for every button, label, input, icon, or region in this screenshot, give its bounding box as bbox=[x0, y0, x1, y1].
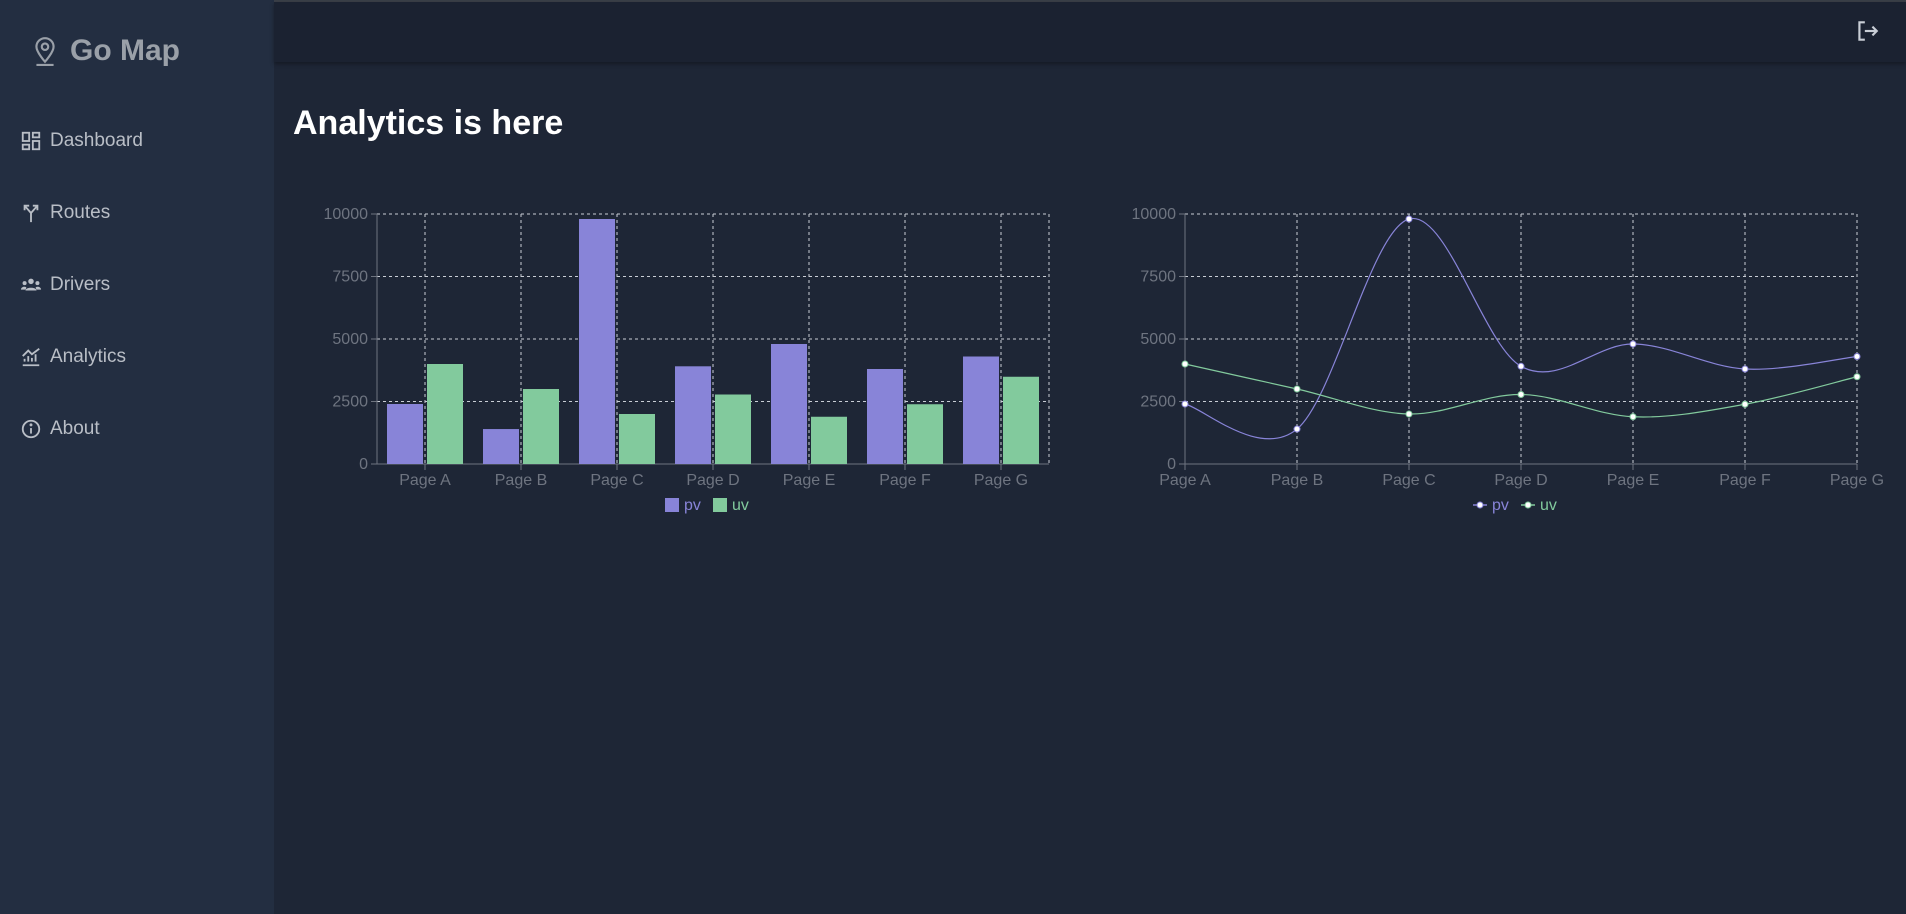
point-uv bbox=[1181, 360, 1189, 368]
analytics-icon bbox=[22, 348, 40, 367]
point-pv bbox=[1293, 425, 1301, 433]
point-uv bbox=[1293, 385, 1301, 393]
map-pin-icon bbox=[35, 37, 55, 66]
info-icon bbox=[21, 419, 41, 439]
y-tick-label: 5000 bbox=[1140, 331, 1176, 348]
app-title: Go Map bbox=[70, 34, 180, 67]
point-uv bbox=[1741, 400, 1749, 408]
y-tick-label: 0 bbox=[1167, 456, 1176, 473]
legend-swatch-pv bbox=[665, 498, 679, 512]
x-tick-label: Page F bbox=[879, 472, 931, 489]
logout-icon[interactable] bbox=[1854, 18, 1880, 44]
bar-uv bbox=[427, 364, 463, 464]
sidebar-item-about[interactable]: About bbox=[20, 418, 100, 440]
sidebar-item-analytics[interactable]: Analytics bbox=[20, 346, 126, 368]
point-uv bbox=[1405, 410, 1413, 418]
bar-uv bbox=[619, 414, 655, 464]
line-chart-svg: 0 2500 5000 7500 10000 Page A Page B Page C Page… bbox=[1132, 206, 1885, 514]
x-tick-label: Page G bbox=[1830, 472, 1884, 489]
x-tick-label: Page C bbox=[1382, 472, 1435, 489]
bar-uv bbox=[1003, 376, 1039, 464]
bar-uv bbox=[811, 416, 847, 464]
x-tick-label: Page C bbox=[590, 472, 643, 489]
x-tick-label: Page E bbox=[783, 472, 835, 489]
legend-marker-uv bbox=[1524, 501, 1532, 509]
bar-chart-svg: 0 2500 5000 7500 10000 Page A Page B Page C Page… bbox=[324, 206, 1050, 514]
bar-pv bbox=[867, 369, 903, 464]
line-chart: 0 2500 5000 7500 10000 Page A Page B Page C Page… bbox=[1108, 200, 1888, 535]
point-pv bbox=[1517, 362, 1525, 370]
legend-label-pv: pv bbox=[1492, 497, 1509, 514]
x-tick-label: Page G bbox=[974, 472, 1028, 489]
point-pv bbox=[1629, 340, 1637, 348]
y-tick-label: 5000 bbox=[332, 331, 368, 348]
x-tick-label: Page B bbox=[1271, 472, 1323, 489]
y-tick-label: 0 bbox=[359, 456, 368, 473]
point-uv bbox=[1517, 391, 1525, 398]
y-tick-label: 7500 bbox=[332, 269, 368, 286]
dashboard-icon bbox=[21, 131, 41, 151]
legend-label-uv: uv bbox=[732, 497, 749, 514]
y-tick-label: 2500 bbox=[1140, 394, 1176, 411]
bar-uv bbox=[907, 404, 943, 464]
sidebar-item-routes[interactable]: Routes bbox=[20, 202, 110, 224]
x-tick-label: Page F bbox=[1719, 472, 1771, 489]
x-tick-label: Page A bbox=[1159, 472, 1211, 489]
bar-pv bbox=[483, 429, 519, 464]
page-title: Analytics is here bbox=[293, 104, 564, 142]
legend-label-pv: pv bbox=[684, 497, 701, 514]
point-pv bbox=[1181, 400, 1189, 408]
sidebar-item-dashboard[interactable]: Dashboard bbox=[20, 130, 143, 152]
point-pv bbox=[1405, 215, 1413, 223]
y-tick-label: 7500 bbox=[1140, 269, 1176, 286]
point-uv bbox=[1629, 413, 1637, 421]
point-pv bbox=[1853, 353, 1861, 360]
sidebar-item-label: Dashboard bbox=[50, 130, 143, 151]
top-bar bbox=[274, 2, 1906, 62]
x-tick-label: Page A bbox=[399, 472, 451, 489]
sidebar-item-label: Analytics bbox=[50, 346, 127, 367]
legend-label-uv: uv bbox=[1540, 497, 1557, 514]
bar-uv bbox=[715, 394, 751, 464]
brand[interactable]: Go Map bbox=[32, 34, 180, 68]
y-tick-label: 10000 bbox=[1132, 206, 1177, 223]
point-uv bbox=[1853, 373, 1861, 381]
x-tick-label: Page B bbox=[495, 472, 547, 489]
bar-uv bbox=[523, 389, 559, 464]
sidebar-item-drivers[interactable]: Drivers bbox=[20, 274, 110, 296]
drivers-icon bbox=[20, 278, 42, 291]
sidebar-item-label: About bbox=[50, 418, 100, 439]
x-tick-label: Page E bbox=[1607, 472, 1659, 489]
bar-pv bbox=[579, 219, 615, 464]
bar-pv bbox=[963, 356, 999, 464]
y-tick-label: 2500 bbox=[332, 394, 368, 411]
bar-pv bbox=[771, 344, 807, 464]
point-pv bbox=[1741, 365, 1749, 373]
sidebar-item-label: Routes bbox=[50, 202, 111, 223]
x-tick-label: Page D bbox=[686, 472, 739, 489]
bar-pv bbox=[387, 404, 423, 464]
x-tick-label: Page D bbox=[1494, 472, 1547, 489]
legend-marker-pv bbox=[1476, 501, 1484, 509]
sidebar-item-label: Drivers bbox=[50, 274, 111, 295]
bar-chart: 0 2500 5000 7500 10000 Page A Page B Page C Page… bbox=[300, 200, 1060, 535]
y-tick-label: 10000 bbox=[324, 206, 369, 223]
bar-pv bbox=[675, 366, 711, 464]
legend-swatch-uv bbox=[713, 498, 727, 512]
routes-icon bbox=[23, 204, 39, 223]
sidebar: Go Map Dashboard Routes Drivers Analytic… bbox=[0, 0, 274, 914]
